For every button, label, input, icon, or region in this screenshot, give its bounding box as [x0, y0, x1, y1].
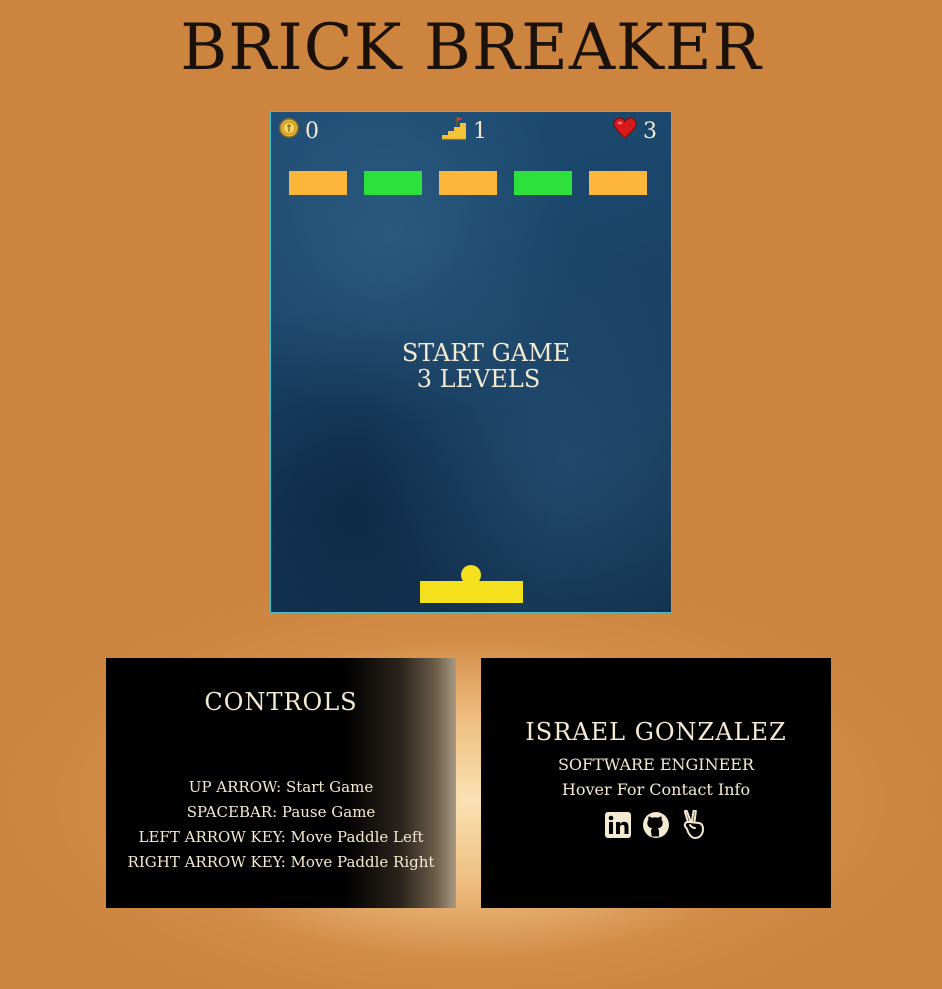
social-links — [481, 810, 831, 840]
score-display: 0 — [279, 118, 319, 144]
control-item: LEFT ARROW KEY: Move Paddle Left — [138, 828, 424, 846]
author-name: ISRAEL GONZALEZ — [525, 718, 787, 746]
score-value: 0 — [305, 118, 319, 144]
start-overlay[interactable]: START GAME 3 LEVELS — [271, 340, 671, 392]
heart-icon — [613, 117, 637, 145]
author-card[interactable]: ISRAEL GONZALEZ SOFTWARE ENGINEER Hover … — [481, 658, 831, 908]
game-board[interactable]: 0 1 3 START GAME 3 LEVELS — [270, 111, 672, 613]
lives-value: 3 — [643, 118, 657, 144]
control-item: UP ARROW: Start Game — [188, 778, 374, 796]
brick — [589, 171, 647, 195]
brick — [364, 171, 422, 195]
paddle[interactable] — [420, 581, 523, 603]
coin-icon — [279, 118, 299, 144]
angellist-icon[interactable] — [680, 810, 708, 840]
stairs-flag-icon — [441, 116, 467, 146]
control-item: SPACEBAR: Pause Game — [186, 803, 376, 821]
levels-label: 3 LEVELS — [416, 365, 541, 393]
brick — [439, 171, 497, 195]
level-display: 1 — [441, 116, 487, 146]
brick — [514, 171, 572, 195]
control-item: RIGHT ARROW KEY: Move Paddle Right — [127, 853, 435, 871]
controls-card: CONTROLS UP ARROW: Start Game SPACEBAR: … — [106, 658, 456, 908]
page-title: BRICK BREAKER — [180, 11, 762, 85]
controls-list: UP ARROW: Start Game SPACEBAR: Pause Gam… — [106, 775, 456, 875]
start-game-label: START GAME — [401, 339, 571, 367]
brick — [289, 171, 347, 195]
linkedin-icon[interactable] — [604, 810, 632, 840]
lives-display: 3 — [613, 117, 657, 145]
level-value: 1 — [473, 118, 487, 144]
contact-hint: Hover For Contact Info — [561, 780, 751, 799]
author-role: SOFTWARE ENGINEER — [557, 755, 755, 774]
controls-title: CONTROLS — [204, 688, 358, 716]
github-icon[interactable] — [642, 810, 670, 840]
